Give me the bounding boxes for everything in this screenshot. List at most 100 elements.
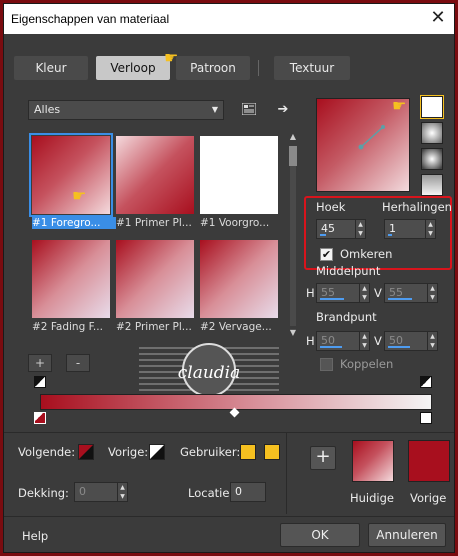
- link-checkbox[interactable]: [320, 358, 333, 371]
- tab-bar: Kleur Verloop Patroon Textuur ☛: [4, 50, 454, 82]
- add-stop-button[interactable]: +: [28, 354, 52, 372]
- tab-kleur[interactable]: Kleur: [14, 56, 88, 80]
- current-label: Huidige: [350, 491, 395, 505]
- focal-v-input[interactable]: 50 ▲ ▼: [384, 331, 438, 351]
- scroll-track[interactable]: [290, 146, 296, 326]
- gradient-preview-image: [116, 240, 194, 318]
- cancel-button[interactable]: Annuleren: [368, 523, 446, 547]
- top-stop-right-icon[interactable]: [420, 376, 432, 388]
- thumbnail-item[interactable]: #2 Vervage...: [200, 240, 278, 333]
- remove-stop-button[interactable]: -: [66, 354, 90, 372]
- user-color-swatch-1[interactable]: [240, 444, 256, 460]
- angle-input[interactable]: 45 ▲ ▼: [316, 219, 366, 239]
- midpoint-h-label: H: [306, 286, 315, 300]
- gradient-thumbnails: ☛ #1 Foregro... #1 Primer Pl... #1 Voorg…: [28, 132, 286, 340]
- vertical-divider: [286, 432, 287, 514]
- scroll-up-icon[interactable]: ▲: [287, 132, 299, 141]
- thumbnail-label: #1 Voorgro...: [200, 217, 270, 229]
- category-selected: Alles: [34, 103, 61, 116]
- invert-label: Omkeren: [340, 247, 393, 261]
- user-color-swatch-2[interactable]: [264, 444, 280, 460]
- midpoint-h-bar: [320, 298, 344, 300]
- tab-patroon[interactable]: Patroon: [176, 56, 250, 80]
- next-label: Volgende:: [18, 445, 76, 459]
- list-view-icon[interactable]: [240, 100, 258, 118]
- link-label: Koppelen: [340, 357, 394, 371]
- thumbnail-label: #1 Foregro...: [32, 217, 116, 229]
- angle-bar: [320, 234, 326, 236]
- gradient-preview-image: [200, 136, 278, 214]
- color-stop-right-icon[interactable]: [420, 412, 432, 424]
- watermark-logo: claudia: [139, 342, 279, 402]
- midpoint-h-input[interactable]: 55 ▲ ▼: [316, 283, 370, 303]
- opacity-input[interactable]: 0 ▲ ▼: [74, 482, 128, 502]
- focal-h-bar: [320, 346, 342, 348]
- repeats-bar: [388, 234, 392, 236]
- rectangular-style-icon[interactable]: [421, 122, 443, 144]
- hand-pointer-icon: ☛: [392, 96, 407, 115]
- focal-h-label: H: [306, 334, 315, 348]
- location-input[interactable]: 0: [230, 482, 266, 502]
- thumbnail-item[interactable]: #2 Fading F...: [32, 240, 110, 333]
- next-color-swatch[interactable]: [78, 444, 94, 460]
- close-icon[interactable]: ✕: [428, 8, 448, 28]
- focal-v-label: V: [374, 334, 382, 348]
- invert-checkbox[interactable]: ✔: [320, 248, 333, 261]
- spin-arrows-icon[interactable]: ▲ ▼: [359, 332, 369, 350]
- thumbnail-scrollbar[interactable]: ▲ ▼: [287, 132, 299, 340]
- material-properties-dialog: Eigenschappen van materiaal ✕ Kleur Verl…: [3, 3, 455, 553]
- scroll-down-icon[interactable]: ▼: [287, 328, 299, 337]
- prev-label: Vorige:: [108, 445, 149, 459]
- spin-arrows-icon[interactable]: ▲ ▼: [359, 284, 369, 302]
- add-to-swatches-button[interactable]: +: [310, 446, 336, 470]
- spin-arrows-icon[interactable]: ▲ ▼: [117, 483, 127, 501]
- spin-arrows-icon[interactable]: ▲ ▼: [355, 220, 365, 238]
- gradient-editor-bar[interactable]: [40, 394, 432, 410]
- thumbnail-label: #1 Primer Pl...: [116, 217, 192, 229]
- thumbnail-item[interactable]: #1 Primer Pl...: [116, 136, 194, 229]
- user-label: Gebruiker:: [180, 445, 241, 459]
- window-title: Eigenschappen van materiaal: [11, 12, 170, 26]
- location-label: Locatie:: [188, 486, 234, 500]
- midpoint-v-input[interactable]: 55 ▲ ▼: [384, 283, 438, 303]
- opacity-value: 0: [79, 485, 86, 498]
- title-bar: Eigenschappen van materiaal ✕: [4, 4, 454, 34]
- gradient-preview-image: [32, 240, 110, 318]
- current-material-swatch[interactable]: [352, 440, 394, 482]
- watermark-text: claudia: [178, 363, 241, 383]
- hand-pointer-icon: ☛: [164, 48, 179, 67]
- color-stop-left-icon[interactable]: [34, 412, 46, 424]
- previous-material-swatch[interactable]: [408, 440, 450, 482]
- thumbnail-item[interactable]: #1 Voorgro...: [200, 136, 278, 229]
- midpoint-v-bar: [388, 298, 412, 300]
- tab-textuur[interactable]: Textuur: [274, 56, 350, 80]
- help-link[interactable]: Help: [22, 529, 48, 543]
- focal-h-input[interactable]: 50 ▲ ▼: [316, 331, 370, 351]
- thumbnail-label: #2 Primer Pl...: [116, 321, 192, 333]
- midpoint-label: Middelpunt: [316, 264, 381, 278]
- arrow-right-icon[interactable]: ➔: [274, 100, 292, 118]
- top-stop-left-icon[interactable]: [34, 376, 46, 388]
- linear-style-icon[interactable]: [420, 95, 444, 119]
- radial-style-icon[interactable]: [421, 148, 443, 170]
- sunburst-style-icon[interactable]: [421, 174, 443, 196]
- tab-verloop[interactable]: Verloop: [96, 56, 170, 80]
- ok-button[interactable]: OK: [280, 523, 360, 547]
- focal-label: Brandpunt: [316, 310, 377, 324]
- chevron-down-icon: ▼: [211, 105, 218, 114]
- prev-color-swatch[interactable]: [149, 444, 165, 460]
- thumbnail-item[interactable]: #2 Primer Pl...: [116, 240, 194, 333]
- repeats-input[interactable]: 1 ▲ ▼: [384, 219, 436, 239]
- hand-pointer-icon: ☛: [72, 186, 87, 205]
- opacity-label: Dekking:: [18, 486, 69, 500]
- thumbnail-item[interactable]: ☛ #1 Foregro...: [29, 133, 116, 229]
- divider: [4, 432, 454, 433]
- spin-arrows-icon[interactable]: ▲ ▼: [427, 284, 437, 302]
- scroll-thumb[interactable]: [289, 146, 297, 166]
- midpoint-v-label: V: [374, 286, 382, 300]
- location-value: 0: [235, 485, 242, 498]
- previous-label: Vorige: [410, 491, 447, 505]
- spin-arrows-icon[interactable]: ▲ ▼: [427, 332, 437, 350]
- spin-arrows-icon[interactable]: ▲ ▼: [425, 220, 435, 238]
- category-dropdown[interactable]: Alles ▼: [28, 100, 224, 120]
